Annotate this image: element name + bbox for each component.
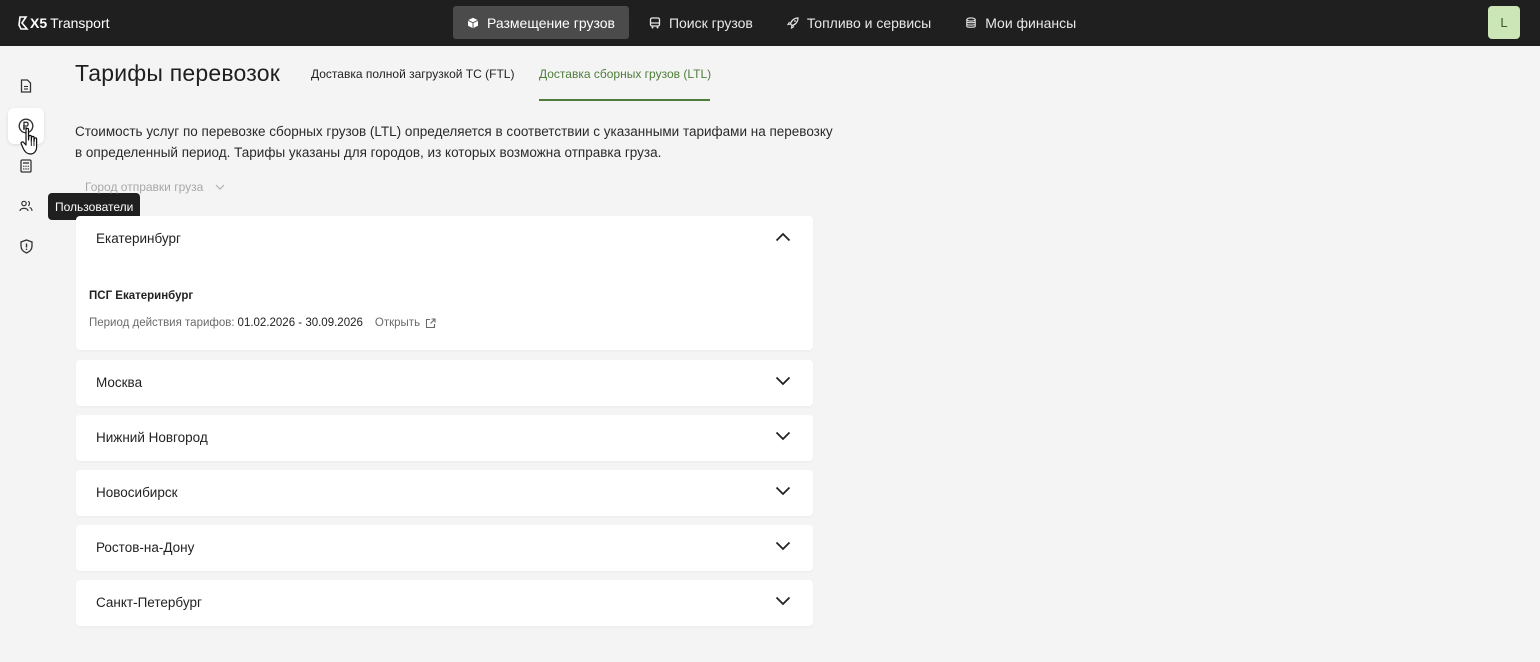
chevron-down-icon — [775, 431, 791, 441]
sidebar-item-users[interactable] — [8, 188, 44, 224]
users-icon — [19, 200, 33, 212]
city-panel-header[interactable]: Екатеринбург — [76, 216, 813, 262]
city-panel-header[interactable]: Нижний Новгород — [76, 415, 813, 461]
calculator-icon — [20, 159, 32, 173]
period-dates: 01.02.2026 - 30.09.2026 — [237, 317, 363, 329]
x5-transport-logo[interactable]: X5 Transport — [18, 11, 110, 35]
nav-label: Размещение грузов — [487, 14, 615, 31]
shield-icon — [19, 238, 33, 254]
city-panel-nizhny-novgorod: Нижний Новгород — [76, 415, 813, 461]
chevron-down-icon — [775, 541, 791, 551]
top-bar: X5 Transport Размещение грузов Поиск гру… — [0, 0, 1540, 46]
city-panel-header[interactable]: Новосибирск — [76, 470, 813, 516]
period-label: Период действия тарифов: — [89, 317, 235, 329]
city-panel-saint-petersburg: Санкт-Петербург — [76, 580, 813, 626]
document-icon — [20, 79, 32, 93]
sidebar — [0, 46, 54, 662]
nav-label: Мои финансы — [985, 14, 1077, 31]
page-description: Стоимость услуг по перевозке сборных гру… — [75, 124, 833, 160]
tab-ltl[interactable]: Доставка сборных грузов (LTL) — [539, 67, 711, 81]
city-select-placeholder: Город отправки груза — [85, 180, 204, 194]
nav-cargo-placement[interactable]: Размещение грузов — [453, 6, 629, 39]
sidebar-item-tariffs[interactable] — [8, 108, 44, 144]
logo-text: Transport — [50, 15, 110, 31]
nav-label: Топливо и сервисы — [806, 14, 932, 31]
city-name: Екатеринбург — [96, 231, 181, 246]
chevron-down-icon — [775, 376, 791, 386]
city-panel-novosibirsk: Новосибирск — [76, 470, 813, 516]
open-link-label: Открыть — [374, 317, 421, 329]
depot-name: ПСГ Екатеринбург — [89, 290, 194, 302]
active-tab-indicator — [539, 99, 710, 101]
city-name: Новосибирск — [96, 485, 178, 500]
sidebar-item-security[interactable] — [8, 228, 44, 264]
database-icon — [966, 16, 976, 28]
main-nav: Размещение грузов Поиск грузов Топливо и… — [453, 6, 1096, 39]
box-icon — [467, 17, 479, 28]
rocket-icon — [786, 16, 799, 29]
open-tariff-link[interactable]: Открыть — [375, 317, 436, 329]
city-name: Нижний Новгород — [96, 430, 208, 445]
nav-fuel-services[interactable]: Топливо и сервисы — [773, 6, 945, 39]
truck-icon — [649, 16, 661, 28]
nav-my-finances[interactable]: Мои финансы — [951, 6, 1090, 39]
tab-ftl[interactable]: Доставка полной загрузкой ТС (FTL) — [311, 67, 514, 81]
sidebar-item-documents[interactable] — [8, 68, 44, 104]
chevron-down-icon — [215, 184, 225, 190]
departure-city-select[interactable]: Город отправки груза — [85, 180, 225, 194]
nav-label: Поиск грузов — [668, 14, 753, 31]
city-name: Санкт-Петербург — [96, 595, 202, 610]
chevron-down-icon — [775, 596, 791, 606]
tariff-period: Период действия тарифов: 01.02.2026 - 30… — [89, 317, 436, 329]
page-title: Тарифы перевозок — [75, 60, 280, 86]
city-panel-ekaterinburg: Екатеринбург ПСГ Екатеринбург Период дей… — [76, 216, 813, 350]
city-panel-header[interactable]: Ростов-на-Дону — [76, 525, 813, 571]
chevron-down-icon — [775, 486, 791, 496]
ruble-coin-icon — [18, 118, 34, 134]
city-panel-rostov-on-don: Ростов-на-Дону — [76, 525, 813, 571]
logo-brand: X5 — [30, 15, 48, 31]
external-link-icon — [426, 317, 436, 328]
city-panel-moscow: Москва — [76, 360, 813, 406]
sidebar-item-calculator[interactable] — [8, 148, 44, 184]
chevron-up-icon — [775, 232, 791, 242]
city-name: Ростов-на-Дону — [96, 540, 195, 555]
city-name: Москва — [96, 375, 143, 390]
city-panel-header[interactable]: Москва — [76, 360, 813, 406]
city-panel-header[interactable]: Санкт-Петербург — [76, 580, 813, 626]
user-avatar[interactable]: L — [1488, 6, 1520, 39]
nav-cargo-search[interactable]: Поиск грузов — [635, 6, 767, 39]
